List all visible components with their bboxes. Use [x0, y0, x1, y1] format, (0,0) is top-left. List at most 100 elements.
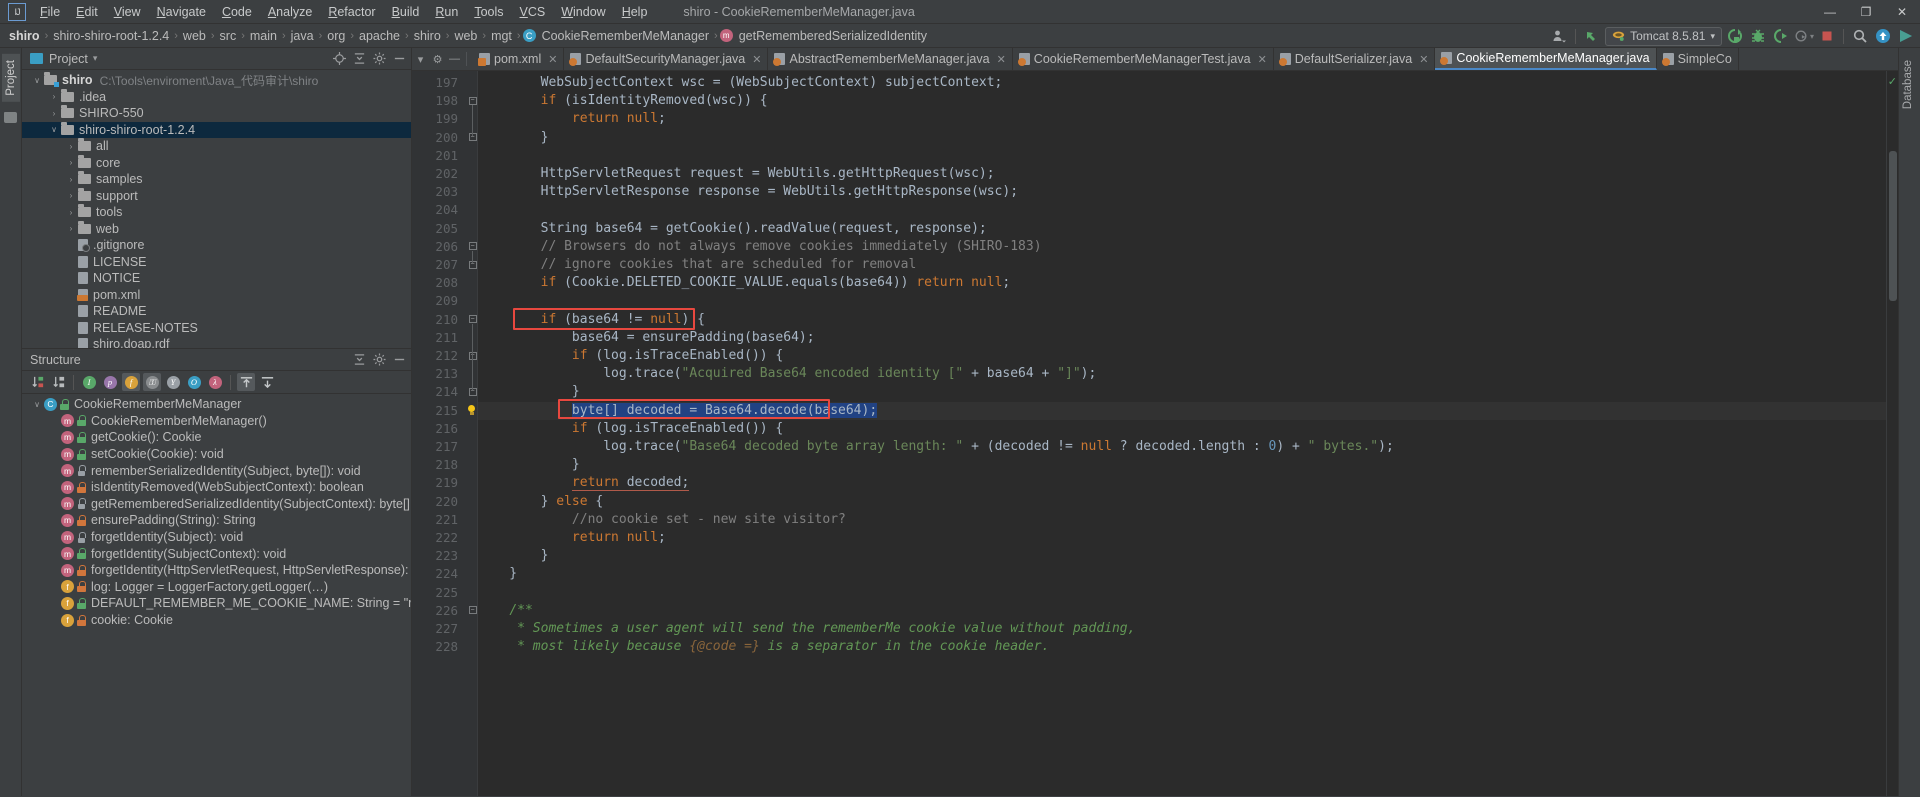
line-number[interactable]: 217 [435, 438, 458, 456]
line-number[interactable]: 205 [435, 220, 458, 238]
line-number[interactable]: 198 [435, 92, 458, 110]
line-number[interactable]: 209 [435, 292, 458, 310]
editor-tab-pom-xml[interactable]: pom.xml ✕ [470, 48, 565, 70]
line-number[interactable]: 204 [435, 201, 458, 219]
structure-member[interactable]: m rememberSerializedIdentity(Subject, byt… [22, 462, 411, 479]
structure-member-list[interactable]: ∨ C CookieRememberMeManager m CookieRemember… [22, 394, 411, 796]
structure-member[interactable]: f DEFAULT_REMEMBER_ME_COOKIE_NAME: String… [22, 595, 411, 612]
structure-member[interactable]: f cookie: Cookie [22, 612, 411, 629]
project-tree-node[interactable]: ∨ shiro-shiro-root-1.2.4 [22, 121, 411, 138]
run-with-coverage-icon[interactable] [1771, 26, 1791, 46]
fold-expand-icon[interactable]: − [468, 96, 477, 105]
menu-item-view[interactable]: View [106, 3, 149, 21]
project-tree-node[interactable]: › all [22, 138, 411, 155]
show-inherited-icon[interactable]: I [80, 373, 98, 391]
structure-member[interactable]: m forgetIdentity(Subject): void [22, 529, 411, 546]
line-number[interactable]: 221 [435, 511, 458, 529]
chevron-right-icon[interactable]: › [64, 175, 78, 184]
project-tree-node[interactable]: ∨ shiro C:\Tools\enviroment\Java_代码审计\shir… [22, 72, 411, 89]
structure-member[interactable]: m forgetIdentity(SubjectContext): void [22, 545, 411, 562]
collapse-all-icon[interactable] [351, 352, 367, 368]
line-number[interactable]: 207 [435, 256, 458, 274]
breadcrumb-item-7[interactable]: apache › [356, 28, 411, 44]
menu-item-edit[interactable]: Edit [68, 3, 106, 21]
chevron-right-icon[interactable]: › [64, 224, 78, 233]
menu-item-code[interactable]: Code [214, 3, 260, 21]
editor-tab-cookieremembermemanagertest-java[interactable]: CookieRememberMeManagerTest.java ✕ [1013, 48, 1274, 70]
chevron-right-icon[interactable]: › [64, 191, 78, 200]
project-tree-node[interactable]: README [22, 303, 411, 320]
project-tree[interactable]: ∨ shiro C:\Tools\enviroment\Java_代码审计\shir… [22, 70, 411, 348]
menu-item-window[interactable]: Window [553, 3, 613, 21]
menu-item-tools[interactable]: Tools [466, 3, 511, 21]
project-tree-node[interactable]: › .idea [22, 88, 411, 106]
breadcrumb-item-9[interactable]: web › [451, 28, 488, 44]
project-tree-node[interactable]: › web [22, 220, 411, 238]
menu-item-refactor[interactable]: Refactor [320, 3, 383, 21]
hide-panel-icon[interactable] [391, 51, 407, 67]
hide-panel-icon[interactable] [391, 352, 407, 368]
breadcrumb-item-1[interactable]: shiro-shiro-root-1.2.4 › [50, 28, 180, 44]
line-number[interactable]: 219 [435, 474, 458, 492]
close-tab-icon[interactable]: ✕ [752, 53, 761, 66]
editor-scrollbar-thumb[interactable] [1889, 151, 1897, 301]
line-number[interactable]: 224 [435, 565, 458, 583]
menu-item-analyze[interactable]: Analyze [260, 3, 320, 21]
structure-member[interactable]: m CookieRememberMeManager() [22, 413, 411, 430]
line-number[interactable]: 210 [435, 311, 458, 329]
line-number[interactable]: 201 [435, 147, 458, 165]
project-tree-node[interactable]: shiro.doap.rdf [22, 336, 411, 348]
project-tree-node[interactable]: LICENSE [22, 254, 411, 271]
close-tab-icon[interactable]: ✕ [1258, 53, 1267, 66]
inspection-status-icon[interactable]: ✓ [1888, 75, 1897, 88]
line-number[interactable]: 208 [435, 274, 458, 292]
line-number[interactable]: 199 [435, 110, 458, 128]
sort-alphabetically-icon[interactable] [49, 373, 67, 391]
structure-member[interactable]: ∨ C CookieRememberMeManager [22, 396, 411, 413]
structure-member[interactable]: m ensurePadding(String): String [22, 512, 411, 529]
line-number[interactable]: 226 [435, 602, 458, 620]
project-tree-node[interactable]: › samples [22, 171, 411, 188]
scroll-from-source-icon[interactable] [331, 51, 347, 67]
editor-scrollbar-marker-column[interactable]: ✓ [1886, 71, 1898, 796]
breadcrumb-item-2[interactable]: web › [180, 28, 217, 44]
breadcrumb-item-10[interactable]: mgt › [488, 28, 523, 44]
maximize-button[interactable]: ❐ [1848, 0, 1884, 24]
breadcrumb-item-4[interactable]: main › [247, 28, 288, 44]
chevron-down-icon[interactable]: ∨ [30, 400, 44, 409]
line-number[interactable]: 200 [435, 129, 458, 147]
line-number[interactable]: 214 [435, 383, 458, 401]
search-everywhere-icon[interactable] [1850, 26, 1870, 46]
chevron-right-icon[interactable]: › [47, 92, 61, 101]
structure-member[interactable]: f log: Logger = LoggerFactory.getLogger(…… [22, 579, 411, 596]
structure-member[interactable]: m isIdentityRemoved(WebSubjectContext): b… [22, 479, 411, 496]
project-tree-node[interactable]: NOTICE [22, 270, 411, 287]
settings-gear-icon[interactable]: ⚙ [429, 48, 446, 70]
project-tree-node[interactable]: › SHIRO-550 [22, 105, 411, 122]
chevron-down-icon[interactable]: ∨ [30, 76, 44, 85]
structure-member[interactable]: m getCookie(): Cookie [22, 429, 411, 446]
structure-member[interactable]: m setCookie(Cookie): void [22, 446, 411, 463]
collapse-all-icon[interactable] [351, 51, 367, 67]
editor-tab-defaultsecuritymanager-java[interactable]: DefaultSecurityManager.java ✕ [564, 48, 769, 70]
line-number[interactable]: 222 [435, 529, 458, 547]
tool-window-button-project[interactable]: Project [2, 54, 20, 102]
project-tree-node[interactable]: .gitignore [22, 237, 411, 254]
menu-item-navigate[interactable]: Navigate [149, 3, 214, 21]
editor-tab-abstractremembermemanager-java[interactable]: AbstractRememberMeManager.java ✕ [768, 48, 1013, 70]
menu-item-help[interactable]: Help [614, 3, 656, 21]
line-number[interactable]: 215 [435, 402, 458, 420]
line-number[interactable]: 228 [435, 638, 458, 656]
run-configuration-selector[interactable]: Tomcat 8.5.81 ▾ [1605, 26, 1722, 46]
structure-tool-icon[interactable] [4, 111, 17, 123]
breadcrumb-item-0[interactable]: shiro › [6, 28, 50, 44]
menu-item-build[interactable]: Build [384, 3, 428, 21]
project-tree-node[interactable]: › core [22, 154, 411, 172]
minimize-button[interactable]: — [1812, 0, 1848, 24]
show-lambdas-icon[interactable]: λ [206, 373, 224, 391]
chevron-right-icon[interactable]: › [64, 158, 78, 167]
sort-by-visibility-icon[interactable] [28, 373, 46, 391]
project-tree-node[interactable]: pom.xml [22, 287, 411, 304]
editor-gutter[interactable]: 197 198 199 200 201 202 203 204 205 206 207 208 209 2… [412, 71, 464, 796]
editor-fold-column[interactable]: −−−−−−−− [464, 71, 478, 796]
